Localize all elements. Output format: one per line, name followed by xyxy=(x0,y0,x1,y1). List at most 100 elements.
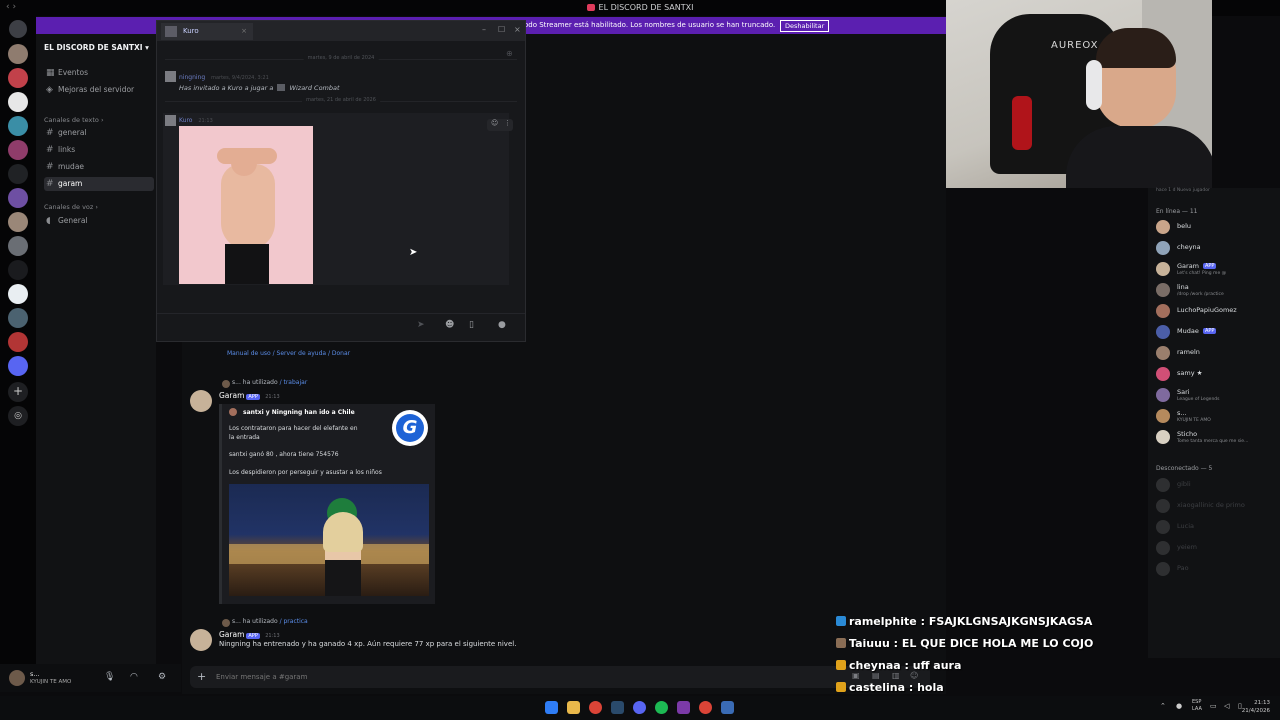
close-icon[interactable]: × xyxy=(514,25,521,34)
avatar xyxy=(1156,346,1170,360)
server-icon[interactable] xyxy=(8,236,28,256)
popout-message-input[interactable] xyxy=(163,320,403,334)
member-item[interactable]: LuchoPapiuGomez xyxy=(1156,304,1280,322)
timestamp: 21:13 xyxy=(265,633,280,639)
message-actions: ☺ ⋮ xyxy=(487,119,513,131)
tray-arrow-icon[interactable]: ⌃ xyxy=(1160,702,1166,710)
events-item[interactable]: ▦ Eventos xyxy=(44,66,154,80)
server-icon[interactable] xyxy=(8,116,28,136)
mic-icon[interactable]: ● xyxy=(498,320,506,330)
member-item[interactable]: Garam APP Let's chat! Ping me @ xyxy=(1156,262,1280,280)
member-item[interactable]: lina/drop /work /practice xyxy=(1156,283,1280,301)
member-item[interactable]: Mudae APP xyxy=(1156,325,1280,343)
attached-image[interactable] xyxy=(179,126,313,284)
server-icon[interactable] xyxy=(8,284,28,304)
more-options-icon[interactable]: ⋮ xyxy=(504,119,511,127)
embed-image[interactable] xyxy=(229,484,429,596)
server-icon[interactable] xyxy=(8,92,28,112)
command-link[interactable]: / trabajar xyxy=(280,379,308,386)
channel-links[interactable]: # links xyxy=(44,143,154,157)
bot-avatar[interactable] xyxy=(190,629,212,651)
stream-chat-text: uff aura xyxy=(912,659,962,672)
server-icon[interactable] xyxy=(8,308,28,328)
stream-chat-text: hola xyxy=(917,681,944,694)
member-item[interactable]: cheyna xyxy=(1156,241,1280,259)
add-attachment-icon[interactable]: + xyxy=(197,670,206,683)
member-item[interactable]: samy ★ xyxy=(1156,367,1280,385)
popout-header: Kuro × – ☐ × xyxy=(157,21,525,41)
language-indicator[interactable]: ESP LAA xyxy=(1192,699,1202,713)
file-explorer-icon[interactable] xyxy=(567,701,580,714)
member-item-offline[interactable]: Pao xyxy=(1156,562,1280,580)
voice-category-header[interactable]: Canales de voz › xyxy=(44,203,98,211)
member-item[interactable]: Sticho Tome tanta merca que me sie... xyxy=(1156,430,1280,448)
tray-mic-icon[interactable]: ● xyxy=(1176,702,1182,710)
avatar xyxy=(1156,562,1170,576)
channel-garam[interactable]: # garam xyxy=(44,177,154,191)
discord-taskbar-icon[interactable] xyxy=(633,701,646,714)
embed-line: Los contrataron para hacer del elefante … xyxy=(229,425,358,441)
message-header: ningning martes, 9/4/2024, 3:21 xyxy=(179,74,269,81)
headphones-icon[interactable]: ◠ xyxy=(130,672,138,682)
server-icon[interactable] xyxy=(8,68,28,88)
voice-channel-general[interactable]: ◖ General xyxy=(44,214,154,228)
discord-home-icon[interactable] xyxy=(9,20,27,38)
chrome-icon[interactable] xyxy=(589,701,602,714)
server-icon[interactable] xyxy=(8,188,28,208)
member-item-offline[interactable]: xiaogallinic de primo xyxy=(1156,499,1280,517)
settings-gear-icon[interactable]: ⚙ xyxy=(158,672,166,682)
microphone-icon[interactable]: 🎙 xyxy=(104,672,115,682)
close-tab-icon[interactable]: × xyxy=(241,23,247,40)
help-links[interactable]: Manual de uso / Server de ayuda / Donar xyxy=(227,350,350,357)
server-icon[interactable] xyxy=(8,44,28,64)
server-icon[interactable] xyxy=(8,260,28,280)
message-input[interactable] xyxy=(216,670,636,684)
volume-icon[interactable]: ◁ xyxy=(1224,702,1229,710)
server-icon[interactable] xyxy=(8,356,28,376)
server-icon[interactable] xyxy=(8,212,28,232)
reaction-icon[interactable]: ☺ xyxy=(491,119,498,127)
chrome-icon[interactable] xyxy=(699,701,712,714)
member-item[interactable]: belu xyxy=(1156,220,1280,238)
bot-avatar[interactable] xyxy=(190,390,212,412)
discover-icon[interactable]: ◎ xyxy=(8,406,28,426)
tab-kuro[interactable]: Kuro × xyxy=(161,23,253,40)
member-item-offline[interactable]: Lucia xyxy=(1156,520,1280,538)
maximize-icon[interactable]: ☐ xyxy=(498,25,505,34)
taskbar: ⌃ ● ESP LAA ▭ ◁ ▯ 21:13 21/4/2026 xyxy=(0,696,1280,720)
stream-chat-text: EL QUE DICE HOLA ME LO COJO xyxy=(901,637,1094,650)
channel-mudae[interactable]: # mudae xyxy=(44,160,154,174)
bot-name[interactable]: Garam APP 21:13 xyxy=(219,391,280,400)
member-item[interactable]: Sari League of Legends xyxy=(1156,388,1280,406)
spotify-icon[interactable] xyxy=(655,701,668,714)
avatar[interactable] xyxy=(9,670,25,686)
member-item-offline[interactable]: gibli xyxy=(1156,478,1280,496)
obs-icon[interactable] xyxy=(677,701,690,714)
network-icon[interactable]: ▭ xyxy=(1210,702,1217,710)
emoji-icon[interactable]: ☻ xyxy=(445,320,454,330)
member-item-offline[interactable]: yeiem xyxy=(1156,541,1280,559)
server-boost-item[interactable]: ◈ Mejoras del servidor xyxy=(44,83,154,97)
steam-icon[interactable] xyxy=(611,701,624,714)
text-category-header[interactable]: Canales de texto › xyxy=(44,116,104,124)
windows-start-icon[interactable] xyxy=(545,701,558,714)
system-clock[interactable]: 21:13 21/4/2026 xyxy=(1242,699,1270,715)
channel-general[interactable]: # general xyxy=(44,126,154,140)
member-item[interactable]: rameln xyxy=(1156,346,1280,364)
server-icon[interactable] xyxy=(8,140,28,160)
send-icon[interactable]: ➤ xyxy=(417,320,425,330)
member-item[interactable]: s... KYUJIN TE AMO xyxy=(1156,409,1280,427)
member-status: Tome tanta merca que me sie... xyxy=(1177,439,1249,444)
command-link[interactable]: / practica xyxy=(280,618,308,625)
attachment-icon[interactable]: ▯ xyxy=(469,320,474,330)
telegram-icon[interactable] xyxy=(721,701,734,714)
bot-name[interactable]: Garam APP 21:13 xyxy=(219,630,280,639)
server-icon[interactable] xyxy=(8,332,28,352)
server-icon[interactable] xyxy=(8,164,28,184)
server-name-header[interactable]: EL DISCORD DE SANTXI ▾ xyxy=(44,43,149,52)
disable-streamer-button[interactable]: Deshabilitar xyxy=(780,20,830,32)
member-name: Mudae xyxy=(1177,327,1199,335)
minimize-icon[interactable]: – xyxy=(482,25,486,34)
add-server-icon[interactable]: + xyxy=(8,382,28,402)
add-friend-icon[interactable]: ⊕ xyxy=(506,49,513,58)
